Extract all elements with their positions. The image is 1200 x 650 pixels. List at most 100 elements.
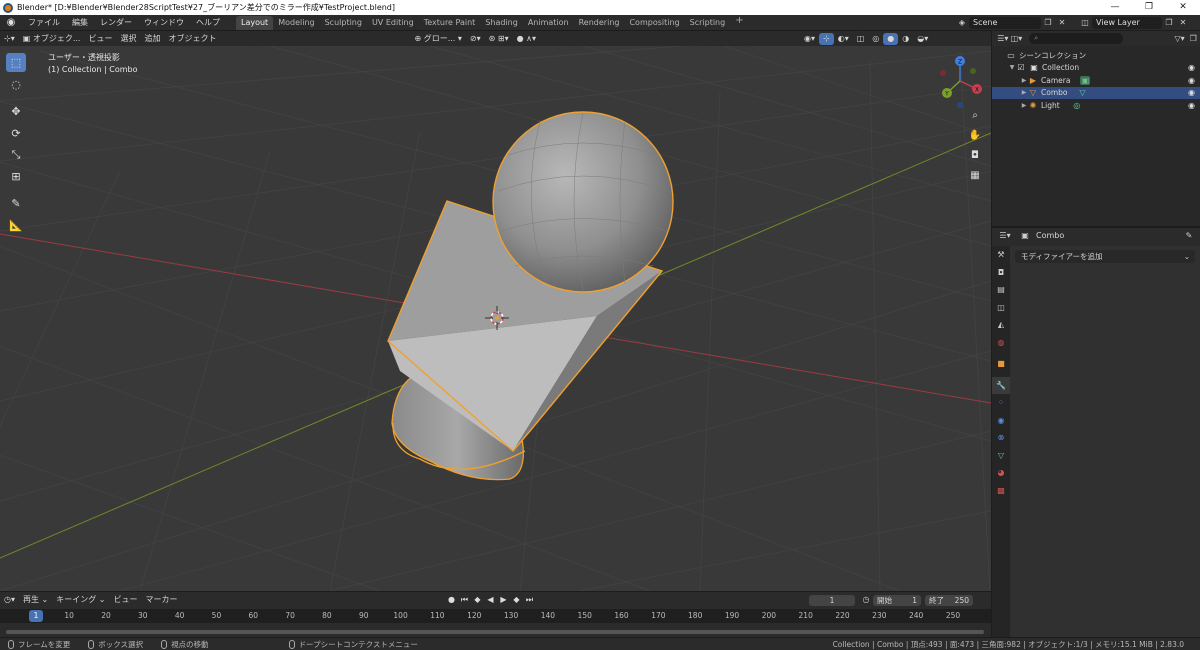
camera-data-icon[interactable]: ▣ [1080, 75, 1091, 85]
annotate-tool-icon[interactable]: ✎ [6, 194, 26, 213]
menu-keying[interactable]: キーイング ⌄ [52, 594, 109, 606]
blender-menu-icon[interactable]: ◉ [5, 17, 17, 29]
new-view-layer-icon[interactable]: ❐ [1162, 17, 1176, 29]
menu-file[interactable]: ファイル [22, 15, 66, 31]
view-layer-tab-icon[interactable]: ◫ [992, 299, 1010, 317]
visibility-icon[interactable]: ◉▾ [800, 33, 819, 45]
close-button[interactable]: ✕ [1166, 0, 1200, 15]
scene-icon[interactable]: ◈ [955, 17, 969, 29]
3d-viewport[interactable]: ⊹▾ ▣ オブジェク... ビュー 選択 追加 オブジェクト ⊕ グロー... … [0, 31, 991, 591]
menu-render[interactable]: レンダー [94, 15, 138, 31]
scene-name-field[interactable]: Scene [969, 17, 1041, 29]
zoom-icon[interactable]: ⌕ [966, 107, 984, 125]
expand-triangle-icon[interactable]: ▶ [1020, 102, 1028, 109]
shading-material-icon[interactable]: ◑ [898, 33, 913, 45]
constraints-tab-icon[interactable]: ⊗ [992, 429, 1010, 447]
pan-hand-icon[interactable]: ✋ [966, 127, 984, 145]
tab-texture-paint[interactable]: Texture Paint [419, 16, 481, 30]
physics-tab-icon[interactable]: ◉ [992, 412, 1010, 430]
properties-editor-icon[interactable]: ☰▾ [998, 230, 1012, 242]
xray-toggle-icon[interactable]: ◫ [853, 33, 869, 45]
texture-tab-icon[interactable]: ▩ [992, 482, 1010, 500]
menu-playback[interactable]: 再生 ⌄ [19, 594, 52, 606]
view-layer-field[interactable]: View Layer [1092, 17, 1162, 29]
display-mode-icon[interactable]: ◫▾ [1010, 33, 1024, 45]
current-frame-indicator[interactable]: 1 [29, 610, 43, 622]
new-scene-icon[interactable]: ❐ [1041, 17, 1055, 29]
menu-add[interactable]: 追加 [140, 33, 164, 45]
menu-marker[interactable]: マーカー [142, 594, 182, 606]
material-tab-icon[interactable]: ◕ [992, 464, 1010, 482]
new-collection-icon[interactable]: ❐ [1186, 33, 1200, 45]
view-layer-icon[interactable]: ◫ [1078, 17, 1092, 29]
jump-start-icon[interactable]: ⏮ [458, 594, 471, 606]
camera-view-icon[interactable]: ◘ [966, 147, 984, 165]
next-keyframe-icon[interactable]: ◆ [510, 594, 523, 606]
tab-shading[interactable]: Shading [480, 16, 523, 30]
object-tab-icon[interactable]: ■ [992, 355, 1010, 373]
data-tab-icon[interactable]: ▽ [992, 447, 1010, 465]
menu-timeline-view[interactable]: ビュー [110, 594, 142, 606]
outliner-item-camera[interactable]: ▶ ▶ Camera ▣ ◉ [992, 74, 1200, 87]
play-icon[interactable]: ▶ [497, 594, 510, 606]
clock-icon[interactable]: ◷ [859, 594, 873, 606]
record-icon[interactable]: ● [445, 594, 458, 606]
timeline-ruler[interactable]: 1102030405060708090100110120130140150160… [0, 609, 991, 623]
start-frame-field[interactable]: 開始 1 [873, 594, 921, 606]
render-tab-icon[interactable]: ◘ [992, 264, 1010, 282]
checkbox-icon[interactable]: ☑ [1016, 63, 1026, 72]
eye-icon[interactable]: ◉ [1188, 63, 1195, 72]
light-data-icon[interactable]: ◎ [1072, 101, 1082, 110]
tab-sculpting[interactable]: Sculpting [320, 16, 367, 30]
tool-tab-icon[interactable]: ⚒ [992, 246, 1010, 264]
shading-solid-icon[interactable]: ● [883, 32, 899, 45]
filter-icon[interactable]: ▽▾ [1173, 33, 1187, 45]
menu-help[interactable]: ヘルプ [190, 15, 226, 31]
current-frame-field[interactable]: 1 [809, 594, 855, 606]
move-tool-icon[interactable]: ✥ [6, 102, 26, 121]
outliner-editor-icon[interactable]: ☰▾ [996, 33, 1010, 45]
proportional-edit-icon[interactable]: ● ∧▾ [513, 33, 540, 45]
overlay-toggle-icon[interactable]: ◐▾ [834, 33, 853, 45]
pivot-point-icon[interactable]: ⊘▾ [466, 33, 485, 45]
measure-tool-icon[interactable]: 📐 [6, 216, 26, 235]
shading-rendered-icon[interactable]: ◒▾ [913, 33, 932, 45]
tab-modeling[interactable]: Modeling [273, 16, 319, 30]
timeline-editor-icon[interactable]: ◷▾ [0, 594, 19, 606]
pin-icon[interactable]: ✎ [1182, 230, 1196, 242]
eye-icon[interactable]: ◉ [1188, 76, 1195, 85]
expand-triangle-icon[interactable]: ▼ [1008, 64, 1016, 71]
scale-tool-icon[interactable]: ⤡ [6, 145, 26, 164]
menu-view[interactable]: ビュー [84, 33, 116, 45]
outliner-search-input[interactable]: ⌕ [1029, 33, 1123, 44]
menu-object[interactable]: オブジェクト [164, 33, 220, 45]
tab-rendering[interactable]: Rendering [574, 16, 625, 30]
transform-tool-icon[interactable]: ⊞ [6, 167, 26, 186]
minimize-button[interactable]: — [1098, 0, 1132, 15]
outliner-item-light[interactable]: ▶ ✺ Light ◎ ◉ [992, 99, 1200, 112]
menu-select[interactable]: 選択 [116, 33, 140, 45]
select-box-tool-icon[interactable]: ⬚ [6, 53, 26, 72]
prev-keyframe-icon[interactable]: ◆ [471, 594, 484, 606]
outliner-scene-collection[interactable]: ▭ シーンコレクション [992, 49, 1200, 62]
eye-icon[interactable]: ◉ [1188, 101, 1195, 110]
delete-scene-icon[interactable]: ✕ [1055, 17, 1069, 29]
eye-icon[interactable]: ◉ [1188, 88, 1195, 97]
tab-compositing[interactable]: Compositing [624, 16, 684, 30]
perspective-toggle-icon[interactable]: ▦ [966, 167, 984, 185]
expand-triangle-icon[interactable]: ▶ [1020, 77, 1028, 84]
add-workspace-button[interactable]: + [730, 15, 748, 30]
outliner-collection[interactable]: ▼ ☑ ▣ Collection ◉ [992, 62, 1200, 75]
tab-uv-editing[interactable]: UV Editing [367, 16, 419, 30]
modifier-tab-icon[interactable]: 🔧 [992, 376, 1010, 394]
tab-animation[interactable]: Animation [523, 16, 574, 30]
play-reverse-icon[interactable]: ◀ [484, 594, 497, 606]
particles-tab-icon[interactable]: ⁘ [992, 394, 1010, 412]
outliner-item-combo[interactable]: ▶ ▽ Combo ▽ ◉ [992, 86, 1200, 99]
maximize-button[interactable]: ❐ [1132, 0, 1166, 15]
cursor-tool-icon[interactable]: ◌ [6, 75, 26, 94]
snap-icon[interactable]: ⊛ ⊞▾ [485, 33, 513, 45]
world-tab-icon[interactable]: ◍ [992, 334, 1010, 352]
shading-wireframe-icon[interactable]: ◎ [868, 33, 883, 45]
tab-layout[interactable]: Layout [236, 16, 274, 30]
